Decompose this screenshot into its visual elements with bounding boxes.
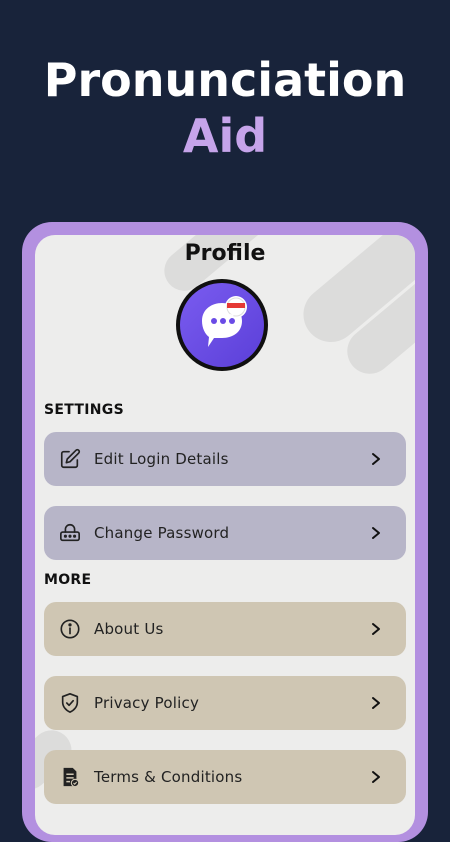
info-icon	[57, 616, 83, 642]
privacy-policy-label: Privacy Policy	[94, 694, 200, 712]
about-us-button[interactable]: About Us	[44, 602, 406, 656]
document-icon	[57, 764, 83, 790]
app-logo-avatar[interactable]	[176, 279, 268, 371]
settings-section-header: SETTINGS	[44, 402, 124, 418]
headline-line-1: Pronunciation	[43, 53, 407, 107]
chat-bubble-icon	[202, 296, 247, 347]
chevron-right-icon	[366, 770, 386, 784]
page-title: Profile	[184, 241, 266, 266]
lock-icon	[57, 520, 83, 546]
edit-login-details-button[interactable]: Edit Login Details	[44, 432, 406, 486]
about-us-label: About Us	[94, 620, 164, 638]
more-section-header: MORE	[44, 572, 92, 588]
chevron-right-icon	[366, 452, 386, 466]
privacy-policy-button[interactable]: Privacy Policy	[44, 676, 406, 730]
profile-screen: Profile SETTINGS Edit Login Details Chan…	[35, 235, 415, 835]
terms-conditions-label: Terms & Conditions	[94, 768, 243, 786]
change-password-label: Change Password	[94, 524, 230, 542]
chevron-right-icon	[366, 526, 386, 540]
change-password-button[interactable]: Change Password	[44, 506, 406, 560]
headline-line-2: Aid	[182, 109, 268, 163]
chevron-right-icon	[366, 696, 386, 710]
phone-frame: Profile SETTINGS Edit Login Details Chan…	[22, 222, 428, 842]
chevron-right-icon	[366, 622, 386, 636]
terms-conditions-button[interactable]: Terms & Conditions	[44, 750, 406, 804]
promo-headline: Pronunciation Aid	[0, 52, 450, 164]
shield-icon	[57, 690, 83, 716]
edit-icon	[57, 446, 83, 472]
edit-login-details-label: Edit Login Details	[94, 450, 229, 468]
